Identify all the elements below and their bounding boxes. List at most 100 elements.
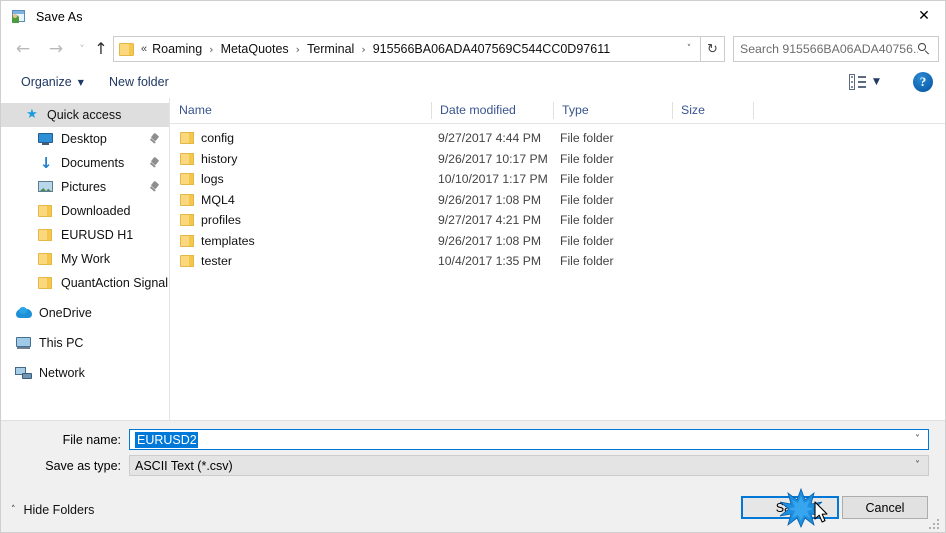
file-name-label: File name: (62, 433, 121, 447)
pc-icon (15, 335, 33, 351)
sidebar-item-documents[interactable]: ↓ Documents (1, 151, 169, 175)
navigation-bar: ← → ˅ ↑ « Roaming › MetaQuotes › Termina… (1, 32, 945, 67)
sidebar-item-pictures[interactable]: Pictures (1, 175, 169, 199)
sidebar-item-label: This PC (39, 336, 84, 350)
help-icon: ? (919, 74, 927, 89)
sidebar-item-label: Quick access (47, 108, 122, 122)
search-input[interactable]: Search 915566BA06ADA40756... (733, 36, 939, 62)
file-name-cell: history (201, 151, 238, 166)
window-title: Save As (36, 9, 83, 24)
file-name-cell: MQL4 (201, 192, 235, 207)
hide-folders-button[interactable]: ˄ Hide Folders (11, 503, 94, 517)
arrow-right-icon: → (48, 38, 64, 59)
sidebar-item-onedrive[interactable]: OneDrive (1, 301, 169, 325)
column-header-size[interactable]: Size (672, 98, 753, 122)
sidebar-item-quick-access[interactable]: ★ Quick access (1, 103, 169, 127)
breadcrumb-item-3[interactable]: 915566BA06ADA407569C544CC0D97611 (371, 42, 612, 56)
folder-icon (179, 212, 196, 228)
help-button[interactable]: ? (913, 72, 933, 92)
folder-icon (179, 233, 196, 249)
cancel-button[interactable]: Cancel (842, 496, 928, 519)
picture-icon (37, 179, 55, 195)
forward-button[interactable]: → (42, 34, 70, 64)
close-button[interactable]: ✕ (901, 1, 945, 31)
save-as-type-select[interactable]: ASCII Text (*.csv) ˅ (129, 455, 929, 476)
column-header-label: Date modified (440, 103, 516, 117)
file-name-cell: tester (201, 254, 232, 269)
star-icon: ★ (26, 107, 38, 122)
breadcrumb-item-1[interactable]: MetaQuotes (219, 42, 291, 56)
column-divider[interactable] (553, 102, 554, 119)
organize-label: Organize (21, 75, 72, 89)
search-placeholder: Search 915566BA06ADA40756... (740, 42, 918, 56)
address-bar[interactable]: « Roaming › MetaQuotes › Terminal › 9155… (113, 36, 701, 62)
new-folder-label: New folder (109, 75, 169, 89)
file-name-input[interactable]: EURUSD2 ˅ (129, 429, 929, 450)
folder-icon (37, 251, 55, 267)
chevron-down-icon: ▼ (77, 77, 84, 87)
file-row[interactable]: logs 10/10/2017 1:17 PM File folder (170, 169, 945, 190)
file-type-cell: File folder (560, 192, 614, 207)
chevron-down-icon[interactable]: ˅ (915, 460, 920, 471)
folder-icon (179, 171, 196, 187)
file-row[interactable]: templates 9/26/2017 1:08 PM File folder (170, 231, 945, 252)
column-header-date-modified[interactable]: Date modified (431, 98, 553, 122)
sidebar-item-eurusd-h1[interactable]: EURUSD H1 (1, 223, 169, 247)
network-icon (15, 365, 33, 381)
sidebar-item-label: Downloaded (61, 204, 131, 218)
sidebar-item-desktop[interactable]: Desktop (1, 127, 169, 151)
column-header-label: Size (681, 103, 705, 117)
column-header-type[interactable]: Type (553, 98, 672, 122)
file-row[interactable]: config 9/27/2017 4:44 PM File folder (170, 128, 945, 149)
view-options-dropdown[interactable]: ▼ (873, 77, 880, 87)
sort-ascending-icon: ˄ (298, 98, 303, 105)
column-divider[interactable] (431, 102, 432, 119)
save-as-type-label: Save as type: (45, 459, 121, 473)
new-folder-button[interactable]: New folder (102, 67, 176, 97)
address-dropdown-icon[interactable]: ˅ (678, 37, 700, 61)
view-options-icon[interactable] (849, 73, 867, 91)
folder-icon (179, 151, 196, 167)
file-row[interactable]: tester 10/4/2017 1:35 PM File folder (170, 251, 945, 272)
save-as-icon (10, 9, 27, 25)
up-button[interactable]: ↑ (87, 34, 115, 64)
file-row[interactable]: profiles 9/27/2017 4:21 PM File folder (170, 210, 945, 231)
sidebar-item-this-pc[interactable]: This PC (1, 331, 169, 355)
file-row[interactable]: history 9/26/2017 10:17 PM File folder (170, 149, 945, 170)
breadcrumb-item-0[interactable]: Roaming (150, 42, 204, 56)
sidebar-item-quantaction-signal[interactable]: QuantAction Signal (1, 271, 169, 295)
refresh-icon: ↻ (707, 41, 718, 57)
close-icon: ✕ (918, 8, 930, 24)
sidebar-item-downloaded[interactable]: Downloaded (1, 199, 169, 223)
file-row[interactable]: MQL4 9/26/2017 1:08 PM File folder (170, 190, 945, 211)
pin-icon[interactable] (150, 134, 160, 144)
column-divider[interactable] (753, 102, 754, 119)
file-type-cell: File folder (560, 131, 614, 146)
column-header-label: Type (562, 103, 589, 117)
sidebar-item-network[interactable]: Network (1, 361, 169, 385)
chevron-down-icon[interactable]: ˅ (915, 434, 920, 445)
pin-icon[interactable] (150, 182, 160, 192)
resize-grip[interactable] (929, 517, 941, 529)
save-as-type-value: ASCII Text (*.csv) (135, 458, 233, 473)
breadcrumb-item-2[interactable]: Terminal (305, 42, 356, 56)
save-button[interactable]: Save (741, 496, 839, 519)
file-type-cell: File folder (560, 172, 614, 187)
sidebar-item-label: Pictures (61, 180, 107, 194)
hide-folders-label: Hide Folders (23, 503, 95, 517)
file-name-cell: templates (201, 233, 255, 248)
pin-icon[interactable] (150, 158, 160, 168)
file-date-cell: 9/26/2017 1:08 PM (438, 233, 541, 248)
sidebar-item-label: Desktop (61, 132, 107, 146)
organize-button[interactable]: Organize ▼ (14, 67, 91, 97)
column-header-label: Name (179, 103, 212, 117)
sidebar-item-my-work[interactable]: My Work (1, 247, 169, 271)
refresh-button[interactable]: ↻ (701, 36, 725, 62)
file-date-cell: 9/26/2017 1:08 PM (438, 192, 541, 207)
back-button[interactable]: ← (9, 34, 37, 64)
sidebar-item-label: EURUSD H1 (61, 228, 134, 242)
folder-icon (179, 130, 196, 146)
file-date-cell: 9/27/2017 4:44 PM (438, 131, 541, 146)
breadcrumb-overflow[interactable]: « (135, 43, 150, 55)
column-divider[interactable] (672, 102, 673, 119)
